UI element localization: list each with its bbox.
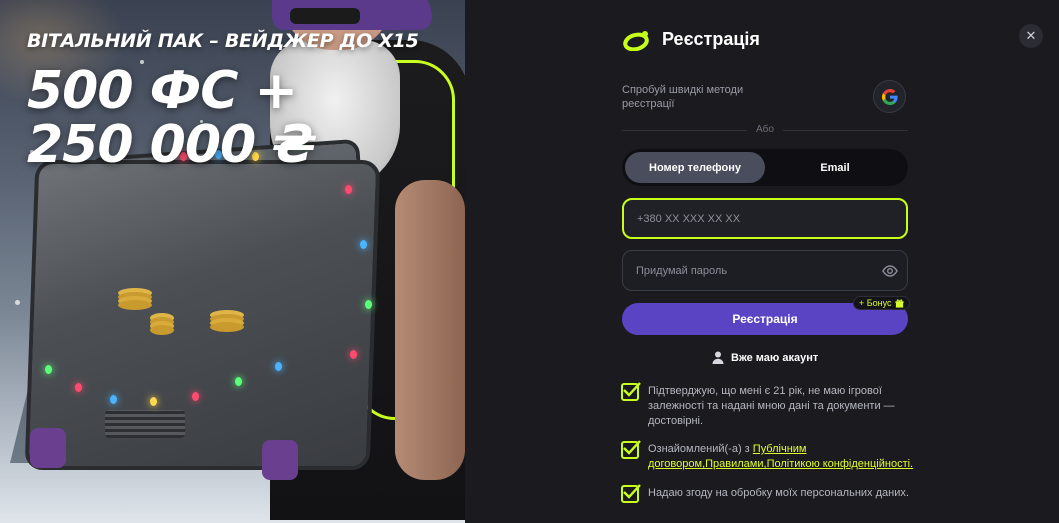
close-button[interactable]: ✕: [1019, 24, 1043, 48]
chest-corner: [262, 440, 298, 480]
tab-phone[interactable]: Номер телефону: [625, 152, 765, 183]
consent-personal-data-text: Надаю згоду на обробку моїх персональних…: [648, 487, 909, 499]
tab-email[interactable]: Email: [765, 152, 905, 183]
phone-input[interactable]: +380 XX XXX XX XX: [622, 198, 908, 239]
promo-banner: ВІТАЛЬНИЙ ПАК – ВЕЙДЖЕР ДО Х15 500 ФС + …: [0, 0, 465, 523]
consent-terms-text: Ознайомлений(-а) з Публічним договором,П…: [648, 442, 916, 472]
string-light: [365, 300, 372, 309]
privacy-policy-link[interactable]: Політикою конфіденційності: [767, 458, 910, 470]
string-light: [235, 377, 242, 386]
checkmark-icon: [623, 382, 641, 397]
gift-icon: [894, 298, 904, 308]
coin-stack: [210, 322, 244, 332]
rules-link[interactable]: Правилами: [705, 458, 763, 470]
promo-subtitle: ВІТАЛЬНИЙ ПАК – ВЕЙДЖЕР ДО Х15: [27, 30, 419, 52]
chest-vent: [105, 410, 185, 438]
close-icon: ✕: [1025, 28, 1037, 43]
string-light: [350, 350, 357, 359]
consent-personal-data: Надаю згоду на обробку моїх персональних…: [621, 484, 916, 503]
bonus-badge: + Бонус: [853, 296, 910, 310]
consent-age: Підтверджую, що мені є 21 рік, не маю іг…: [621, 382, 911, 429]
consent-terms-checkbox[interactable]: [621, 440, 641, 459]
consent-terms-prefix: Ознайомлений(-а) з: [648, 443, 753, 455]
consent-age-checkbox[interactable]: [621, 382, 641, 401]
string-light: [45, 365, 52, 374]
bonus-badge-label: + Бонус: [859, 298, 892, 308]
password-placeholder: Придумай пароль: [636, 264, 728, 277]
google-icon: [881, 88, 898, 105]
google-signin-button[interactable]: [873, 80, 906, 113]
user-icon: [712, 351, 724, 364]
show-password-eye-icon[interactable]: [882, 263, 898, 279]
coin-stack: [150, 325, 174, 335]
string-light: [192, 392, 199, 401]
treasure-chest: [24, 160, 381, 470]
string-light: [110, 395, 117, 404]
checkmark-icon: [623, 484, 641, 499]
have-account-label: Вже маю акаунт: [731, 351, 819, 364]
consent-personal-data-checkbox[interactable]: [621, 484, 641, 503]
checkmark-icon: [623, 440, 641, 455]
brand-logo-icon: [623, 31, 649, 51]
divider-left: [622, 130, 747, 131]
string-light: [75, 383, 82, 392]
string-light: [345, 185, 352, 194]
have-account-link[interactable]: Вже маю акаунт: [712, 351, 818, 364]
promo-title: 500 ФС + 250 000 ₴: [27, 61, 317, 175]
string-light: [150, 397, 157, 406]
phone-placeholder: +380 XX XXX XX XX: [637, 212, 741, 225]
or-divider-label: Або: [756, 124, 774, 135]
chest-corner: [30, 428, 66, 468]
sunglasses: [290, 8, 360, 24]
snowflake: [15, 300, 20, 305]
modal-title: Реєстрація: [662, 29, 760, 49]
string-light: [360, 240, 367, 249]
password-input[interactable]: Придумай пароль: [622, 250, 908, 291]
string-light: [275, 362, 282, 371]
divider-right: [783, 130, 908, 131]
coin-stack: [118, 300, 152, 310]
consent-terms: Ознайомлений(-а) з Публічним договором,П…: [621, 440, 916, 472]
consent-age-text: Підтверджую, що мені є 21 рік, не маю іг…: [648, 385, 895, 427]
quick-methods-text: Спробуй швидкі методи реєстрації: [622, 84, 744, 110]
signup-method-tabs: Номер телефону Email: [622, 149, 908, 186]
link-suffix: .: [910, 458, 914, 470]
santa-arm: [395, 180, 465, 480]
